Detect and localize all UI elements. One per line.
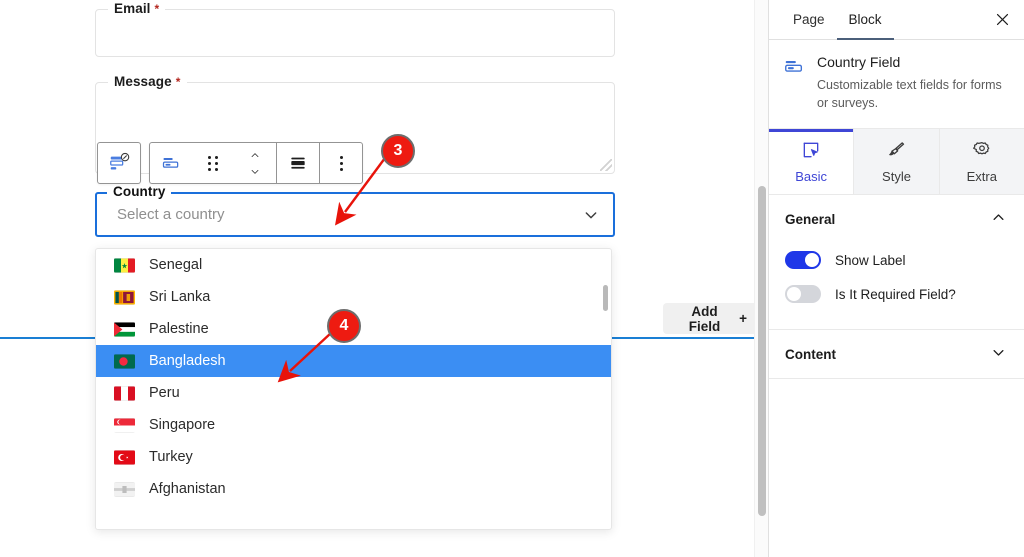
list-item-label: Afghanistan [149,480,226,497]
add-field-button[interactable]: Add Field + [663,303,760,334]
list-item[interactable]: Turkey [96,441,611,473]
email-field[interactable]: Email * [95,1,615,57]
country-dropdown-list[interactable]: Senegal Sri Lanka Palestine Bangladesh P [95,248,612,530]
paintbrush-icon [886,140,906,163]
six-dots-icon[interactable] [192,143,234,183]
email-label-text: Email [114,1,151,16]
list-item-label: Bangladesh [149,352,226,369]
section-title-content: Content [785,346,836,362]
inspector-segment-tabs: Basic Style Extra [769,129,1024,196]
tab-extra-label: Extra [966,168,997,184]
tab-page[interactable]: Page [781,0,837,39]
dropdown-scrollbar[interactable] [603,253,608,527]
tab-style[interactable]: Style [854,129,940,195]
editor-canvas: Email * Message * Country Select a country [0,0,760,557]
country-field-icon [783,56,805,112]
section-header-content[interactable]: Content [769,330,1024,378]
list-item-label: Peru [149,384,180,401]
tab-basic[interactable]: Basic [769,129,855,195]
tab-style-label: Style [882,168,911,184]
cursor-box-icon [801,140,821,163]
inspector-tabs: Page Block [769,0,1024,40]
required-field-toggle[interactable] [785,285,821,304]
callout-marker-4: 4 [327,309,361,343]
textarea-resize-handle[interactable] [600,159,612,171]
list-item-label: Singapore [149,416,216,433]
required-asterisk: * [154,2,160,16]
list-item-label: Senegal [149,256,203,273]
section-header-general[interactable]: General [769,195,1024,243]
list-item[interactable]: Singapore [96,409,611,441]
section-title-general: General [785,211,836,227]
chevron-down-icon[interactable] [991,345,1006,363]
senegal-flag [114,258,135,273]
field-icon[interactable] [150,143,192,183]
show-label-toggle[interactable] [785,251,821,270]
afghanistan-flag [114,482,135,497]
chevron-up-icon[interactable] [991,210,1006,228]
block-summary-card: Country Field Customizable text fields f… [769,40,1024,130]
peru-flag [114,386,135,401]
required-field-text: Is It Required Field? [835,286,956,302]
dropdown-scrollbar-thumb[interactable] [603,285,608,311]
block-title: Country Field [817,54,901,70]
block-description: Customizable text fields for forms or su… [817,78,1002,111]
list-item[interactable]: Sri Lanka [96,281,611,313]
list-item[interactable]: Peru [96,377,611,409]
contact-form: Email * Message * Country Select a country [95,0,615,237]
country-field-label: Country [107,184,172,199]
chevron-up-down-icon[interactable] [234,143,276,183]
section-body-general: Show Label Is It Required Field? [769,243,1024,329]
list-item[interactable]: Afghanistan [96,473,611,505]
align-icon[interactable] [277,143,319,183]
list-item-label: Turkey [149,448,193,465]
tab-basic-label: Basic [795,168,828,184]
page-scrollbar-thumb[interactable] [758,186,766,516]
message-field-label: Message * [108,74,187,89]
add-field-label: Add Field [688,303,721,334]
country-select-placeholder: Select a country [117,206,225,223]
callout-marker-3: 3 [381,134,415,168]
setting-required-field[interactable]: Is It Required Field? [785,277,1008,311]
list-item[interactable]: Senegal [96,249,611,281]
chevron-down-icon[interactable] [583,207,599,223]
form-block-icon[interactable] [98,143,140,183]
required-asterisk: * [175,75,181,89]
setting-show-label[interactable]: Show Label [785,243,1008,277]
tab-extra[interactable]: Extra [939,129,1024,195]
section-divider [769,378,1024,380]
block-toolbar[interactable] [97,142,363,184]
page-scrollbar[interactable] [754,0,768,557]
email-field-label: Email * [108,1,166,16]
gear-icon [972,140,992,163]
bangladesh-flag [114,354,135,369]
country-field[interactable]: Country Select a country [95,184,615,237]
tab-block[interactable]: Block [836,0,894,40]
block-actions-group[interactable] [149,142,363,184]
list-item-label: Palestine [149,320,209,337]
plus-icon: + [739,311,747,326]
close-icon[interactable] [980,0,1024,39]
three-dots-vertical-icon[interactable] [320,143,362,183]
palestine-flag [114,322,135,337]
message-label-text: Message [114,74,172,89]
block-inspector-panel: Page Block Country Field Customizable te… [768,0,1024,557]
turkey-flag [114,450,135,465]
block-type-group[interactable] [97,142,141,184]
list-item-label: Sri Lanka [149,288,211,305]
singapore-flag [114,418,135,433]
sri-lanka-flag [114,290,135,305]
show-label-text: Show Label [835,252,906,268]
list-item-selected[interactable]: Bangladesh [96,345,611,377]
